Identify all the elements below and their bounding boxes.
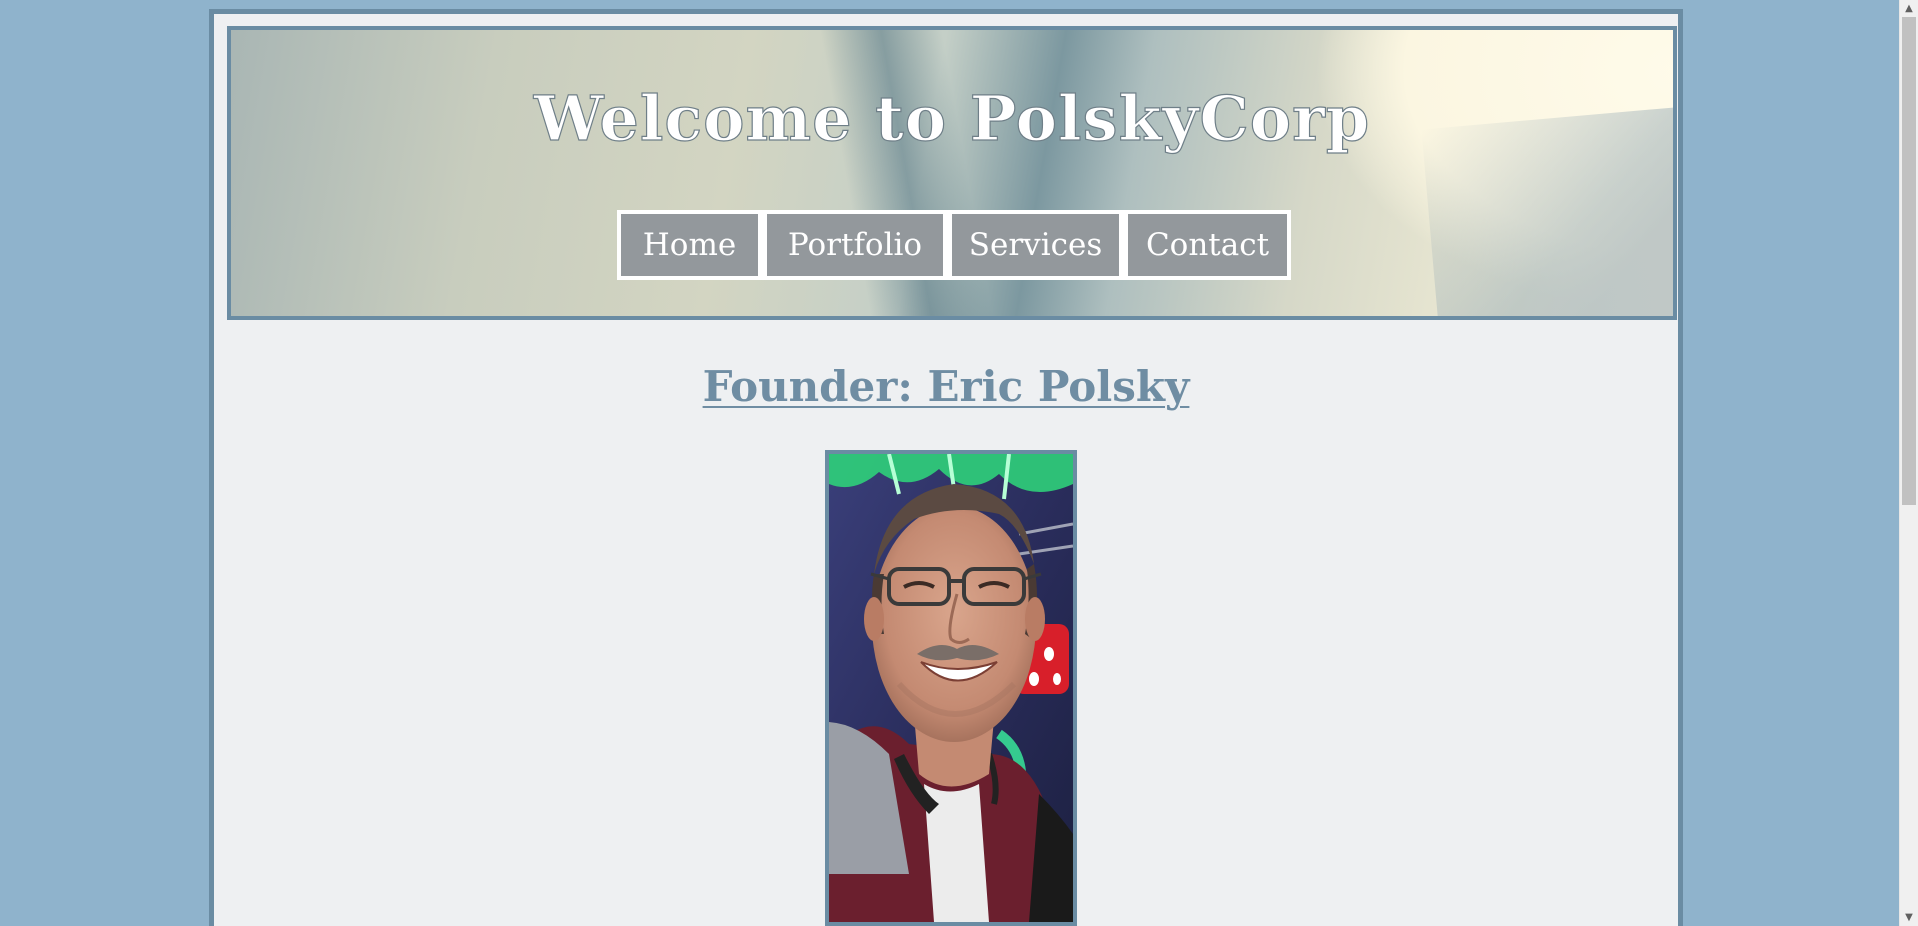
founder-portrait-image	[829, 454, 1073, 922]
vertical-scrollbar[interactable]: ▲ ▼	[1899, 0, 1918, 926]
page-container: Welcome to PolskyCorp Home Portfolio Ser…	[209, 9, 1683, 926]
chevron-up-icon[interactable]: ▲	[1900, 0, 1918, 17]
nav-services-button[interactable]: Services	[952, 214, 1119, 276]
nav-home-button[interactable]: Home	[621, 214, 758, 276]
main-nav: Home Portfolio Services Contact	[617, 210, 1291, 280]
founder-photo	[825, 450, 1077, 926]
scrollbar-thumb[interactable]	[1902, 17, 1916, 505]
site-title: Welcome to PolskyCorp	[533, 81, 1371, 155]
nav-contact-button[interactable]: Contact	[1128, 214, 1287, 276]
founder-heading: Founder: Eric Polsky	[702, 362, 1190, 411]
nav-portfolio-button[interactable]: Portfolio	[767, 214, 943, 276]
chevron-down-icon[interactable]: ▼	[1900, 909, 1918, 926]
browser-viewport: Welcome to PolskyCorp Home Portfolio Ser…	[0, 0, 1900, 926]
site-header: Welcome to PolskyCorp Home Portfolio Ser…	[227, 26, 1677, 320]
